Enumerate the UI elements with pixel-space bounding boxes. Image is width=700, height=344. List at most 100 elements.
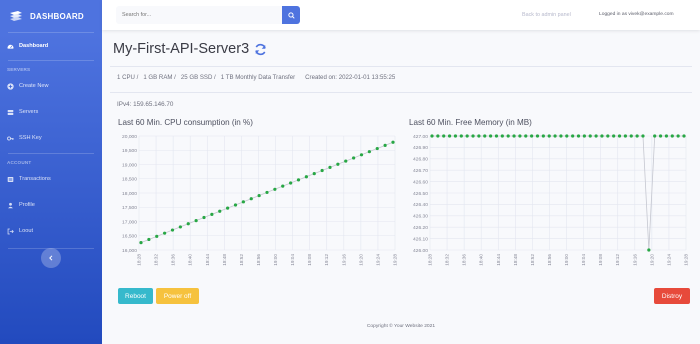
- cpu-y-tick-label: 18,000: [122, 191, 137, 197]
- user-icon: [8, 202, 13, 208]
- memory-y-tick-label: 426.60: [413, 179, 428, 185]
- memory-x-tick-label: 18:56: [547, 254, 552, 266]
- chevron-left-icon: [49, 255, 53, 261]
- section-heading-servers: SERVERS: [7, 67, 31, 72]
- cpu-data-point: [163, 231, 167, 235]
- search-button[interactable]: [282, 6, 300, 24]
- memory-x-tick-label: 18:28: [428, 254, 433, 266]
- spec-ram: 1 GB RAM /: [143, 74, 176, 81]
- cpu-data-point: [289, 181, 293, 185]
- memory-data-point: [483, 134, 487, 138]
- created-on: Created on: 2022-01-01 13:55:25: [305, 74, 396, 81]
- cpu-x-tick-label: 18:52: [239, 254, 244, 266]
- sidebar-item-ssh-key[interactable]: SSH Key: [0, 127, 102, 149]
- memory-data-point: [653, 134, 657, 138]
- memory-x-tick-label: 19:16: [632, 254, 637, 266]
- power-off-button[interactable]: Power off: [156, 288, 199, 304]
- memory-x-tick-label: 19:12: [615, 254, 620, 266]
- cpu-data-point: [320, 168, 324, 173]
- cpu-y-tick-label: 17,500: [122, 205, 137, 211]
- server-icon: [7, 109, 14, 115]
- cpu-data-point: [210, 212, 214, 216]
- memory-data-point: [641, 134, 645, 138]
- divider: [110, 92, 692, 93]
- memory-y-tick-label: 426.90: [413, 145, 428, 151]
- sidebar-item-label: SSH Key: [19, 135, 42, 141]
- cpu-x-tick-label: 19:16: [341, 254, 346, 266]
- search-input[interactable]: [116, 6, 282, 24]
- memory-data-point: [582, 134, 586, 138]
- memory-y-tick-label: 426.40: [413, 202, 428, 208]
- ipv4-address: IPv4: 159.65.146.70: [117, 101, 174, 108]
- cpu-x-tick-label: 18:40: [188, 254, 193, 266]
- sidebar-item-create-new[interactable]: Create New: [0, 75, 102, 97]
- dashboard-logo-icon: [10, 11, 22, 21]
- memory-data-point: [623, 134, 627, 138]
- cpu-data-point: [233, 203, 238, 207]
- memory-data-point: [594, 134, 598, 138]
- refresh-icon[interactable]: [254, 43, 267, 56]
- search-form: [116, 6, 300, 24]
- search-icon: [287, 11, 295, 19]
- cpu-data-point: [265, 190, 269, 195]
- sidebar-item-label: Transactions: [19, 176, 51, 182]
- memory-data-point: [635, 134, 639, 138]
- cpu-data-point: [147, 237, 151, 242]
- cpu-data-point: [249, 197, 253, 201]
- sidebar-item-logout[interactable]: Loout: [0, 220, 102, 242]
- back-to-admin-link[interactable]: Back to admin panel: [522, 12, 571, 18]
- cpu-data-point: [383, 143, 387, 148]
- cpu-x-tick-label: 18:44: [205, 254, 210, 266]
- memory-data-point: [524, 134, 528, 138]
- memory-x-tick-label: 18:40: [479, 254, 484, 266]
- footer: Copyright © Your Website 2021: [366, 324, 436, 329]
- memory-data-point: [664, 134, 669, 138]
- cpu-data-point: [312, 172, 316, 176]
- memory-x-tick-label: 18:48: [513, 254, 518, 266]
- memory-data-point: [541, 134, 545, 138]
- memory-data-point: [530, 134, 534, 138]
- memory-data-point: [465, 134, 469, 138]
- spec-transfer: 1 TB Monthly Data Transfer: [220, 74, 296, 81]
- sidebar-toggle-button[interactable]: [41, 248, 61, 268]
- sidebar-item-servers[interactable]: Servers: [0, 101, 102, 123]
- memory-data-point: [600, 134, 604, 138]
- memory-chart: 426.00 426.10 426.20 426.30 426.40 426.50 426.…: [413, 134, 688, 266]
- destroy-button[interactable]: Distroy: [654, 288, 690, 304]
- memory-data-point: [500, 134, 504, 138]
- sidebar-item-profile[interactable]: Profile: [0, 194, 102, 216]
- memory-data-point: [459, 134, 463, 138]
- memory-data-point: [494, 134, 499, 138]
- memory-y-tick-label: 427.00: [413, 134, 428, 140]
- memory-data-point: [629, 134, 633, 138]
- cpu-y-tick-label: 19,500: [122, 148, 137, 154]
- section-heading-account: ACCOUNT: [7, 160, 32, 165]
- memory-x-tick-label: 18:52: [530, 254, 535, 266]
- memory-data-point: [489, 134, 493, 138]
- page-title: My-First-API-Server3: [113, 41, 250, 57]
- memory-data-point: [453, 134, 458, 138]
- reboot-button[interactable]: Reboot: [118, 288, 153, 304]
- sidebar-item-transactions[interactable]: Transactions: [0, 168, 102, 190]
- memory-data-point: [436, 134, 440, 138]
- logged-in-user[interactable]: Logged in as vivek@example.com: [599, 12, 674, 17]
- memory-x-tick-label: 18:44: [496, 254, 501, 266]
- memory-data-point: [518, 134, 522, 138]
- cpu-data-point: [202, 215, 206, 220]
- memory-data-point: [477, 134, 481, 138]
- memory-data-point: [447, 134, 452, 138]
- brand[interactable]: DASHBOARD: [0, 0, 102, 32]
- cpu-data-point: [273, 187, 277, 191]
- memory-y-tick-label: 426.70: [413, 168, 428, 174]
- memory-x-tick-label: 18:32: [445, 254, 450, 266]
- cpu-data-point: [194, 219, 198, 223]
- cpu-y-tick-label: 17,000: [122, 219, 137, 225]
- memory-x-tick-label: 19:00: [564, 254, 569, 266]
- spec-cpu: 1 CPU /: [117, 74, 139, 81]
- memory-data-point: [430, 134, 434, 138]
- cpu-x-tick-label: 19:12: [324, 254, 329, 266]
- sidebar-item-dashboard[interactable]: Dashboard: [0, 35, 102, 57]
- cpu-x-tick-label: 18:32: [154, 254, 159, 266]
- cpu-x-tick-label: 19:04: [290, 254, 295, 266]
- memory-data-point: [535, 134, 540, 138]
